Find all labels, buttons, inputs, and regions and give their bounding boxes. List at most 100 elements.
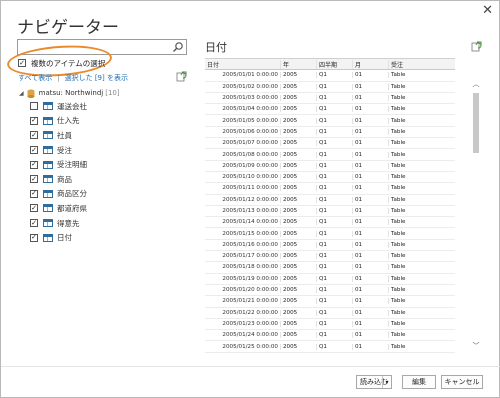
scroll-thumb[interactable] [473,93,479,153]
tree-item[interactable]: 運送会社 [19,99,189,114]
tree-item[interactable]: ✓ 得意先 [19,216,189,231]
table-cell: 01 [352,264,388,271]
table-cell: Table [388,241,455,248]
table-row: 2005/01/15 0:00:00 2005 Q1 01 Table [205,228,455,240]
table-row: 2005/01/05 0:00:00 2005 Q1 01 Table [205,115,455,127]
table-row: 2005/01/11 0:00:00 2005 Q1 01 Table [205,183,455,195]
refresh-icon[interactable] [176,71,187,82]
tree-item[interactable]: ✓ 仕入先 [19,114,189,129]
table-cell: 2005/01/19 0:00:00 [222,275,278,282]
preview-refresh-icon[interactable] [471,41,482,52]
table-row: 2005/01/03 0:00:00 2005 Q1 01 Table [205,93,455,105]
table-cell: 2005 [280,230,316,237]
tree-item[interactable]: ✓ 商品区分 [19,187,189,202]
table-row: 2005/01/18 0:00:00 2005 Q1 01 Table [205,262,455,274]
table-cell: 01 [352,196,388,203]
table-cell: Q1 [316,332,352,339]
tree-item-checkbox[interactable]: ✓ [30,233,38,242]
table-cell: Table [388,332,455,339]
tree-item-label: 受注明細 [57,160,87,170]
table-cell: Table [388,174,455,181]
table-cell: 2005 [280,208,316,214]
scroll-up-icon[interactable]: ︿ [471,79,481,89]
tree-item-checkbox[interactable]: ✓ [30,160,38,169]
table-cell: 01 [352,151,388,158]
table-cell: 2005 [280,72,316,79]
tree-root[interactable]: ◢ matsu: Northwindj [10] [19,87,189,99]
table-cell: 2005/01/11 0:00:00 [222,185,278,192]
scroll-down-icon[interactable]: ﹀ [471,341,481,351]
table-cell: 2005 [280,219,316,226]
table-cell: Q1 [316,174,352,181]
table-cell: 2005/01/16 0:00:00 [222,241,278,248]
edit-button[interactable]: 編集 [402,375,436,389]
table-row: 2005/01/19 0:00:00 2005 Q1 01 Table [205,274,455,285]
table-row: 2005/01/12 0:00:00 2005 Q1 01 Table [205,195,455,206]
table-cell: 2005/01/17 0:00:00 [222,253,278,260]
table-row: 2005/01/02 0:00:00 2005 Q1 01 Table [205,82,455,93]
table-cell: 2005/01/18 0:00:00 [222,264,278,271]
tree-item[interactable]: ✓ 受注 [19,143,189,158]
table-row: 2005/01/09 0:00:00 2005 Q1 01 Table [205,161,455,172]
search-icon[interactable] [172,41,184,53]
tree-item[interactable]: ✓ 商品 [19,172,189,187]
tree-item-label: 都道府県 [57,203,87,213]
table-cell: 01 [352,298,388,305]
table-cell: 01 [352,106,388,113]
table-cell: 2005 [280,320,316,327]
table-cell: 2005/01/02 0:00:00 [222,83,278,90]
tree-item-label: 商品区分 [57,189,87,199]
table-cell: 2005 [280,117,316,124]
expand-arrow-icon[interactable]: ◢ [19,90,24,97]
table-cell: 2005/01/04 0:00:00 [222,106,278,113]
table-cell: Table [388,230,455,237]
tree-item-checkbox[interactable]: ✓ [30,146,38,155]
tree-item-checkbox[interactable]: ✓ [30,116,38,125]
table-cell: 2005 [280,174,316,181]
table-row: 2005/01/06 0:00:00 2005 Q1 01 Table [205,127,455,139]
table-cell: 2005/01/22 0:00:00 [222,309,278,316]
close-icon[interactable]: ✕ [482,4,493,17]
tree-item-label: 得意先 [57,218,80,228]
table-row: 2005/01/21 0:00:00 2005 Q1 01 Table [205,296,455,308]
table-cell: 2005/01/01 0:00:00 [222,72,278,79]
preview-scrollbar[interactable]: ︿ ﹀ [471,79,481,351]
table-cell: Table [388,264,455,271]
dialog-title: ナビゲーター [17,18,119,38]
load-dropdown-icon[interactable]: ▾ [382,376,391,388]
table-cell: 2005/01/09 0:00:00 [222,162,278,169]
column-header: 四半期 [316,59,352,69]
show-all-link[interactable]: すべて表示 [18,73,52,83]
table-cell: 01 [352,241,388,248]
table-cell: 2005 [280,128,316,135]
cancel-button[interactable]: キャンセル [441,375,483,389]
table-row: 2005/01/01 0:00:00 2005 Q1 01 Table [205,70,455,82]
multi-select-checkbox[interactable]: ✓ [18,59,26,67]
tree-item-checkbox[interactable]: ✓ [30,175,38,184]
tree-item[interactable]: ✓ 日付 [19,230,189,245]
multi-select-option[interactable]: ✓ 複数のアイテムの選択 [18,57,105,69]
tree-item[interactable]: ✓ 受注明細 [19,157,189,172]
table-header: 日付 年 四半期 月 受注 [205,59,455,71]
load-button[interactable]: 読み込む ▾ [356,375,392,389]
tree-item-label: 社員 [57,130,72,140]
tree-item[interactable]: ✓ 都道府県 [19,201,189,216]
table-cell: 01 [352,83,388,90]
tree-item[interactable]: ✓ 社員 [19,128,189,143]
tree-item-checkbox[interactable]: ✓ [30,204,38,213]
tree-item-checkbox[interactable]: ✓ [30,131,38,140]
table-cell: Q1 [316,309,352,316]
show-selected-link[interactable]: 選択した [9] を表示 [65,73,128,83]
tree-item-checkbox[interactable]: ✓ [30,219,38,228]
table-cell: 2005/01/23 0:00:00 [222,320,278,327]
tree-item-checkbox[interactable] [30,102,38,111]
table-cell: Table [388,106,455,113]
table-row: 2005/01/13 0:00:00 2005 Q1 01 Table [205,206,455,218]
table-cell: 2005/01/06 0:00:00 [222,128,278,135]
tree-item-checkbox[interactable]: ✓ [30,189,38,198]
table-cell: 2005/01/20 0:00:00 [222,287,278,294]
preview-title: 日付 [205,41,227,54]
table-icon [43,219,53,228]
table-cell: 2005 [280,95,316,102]
table-cell: Q1 [316,162,352,169]
